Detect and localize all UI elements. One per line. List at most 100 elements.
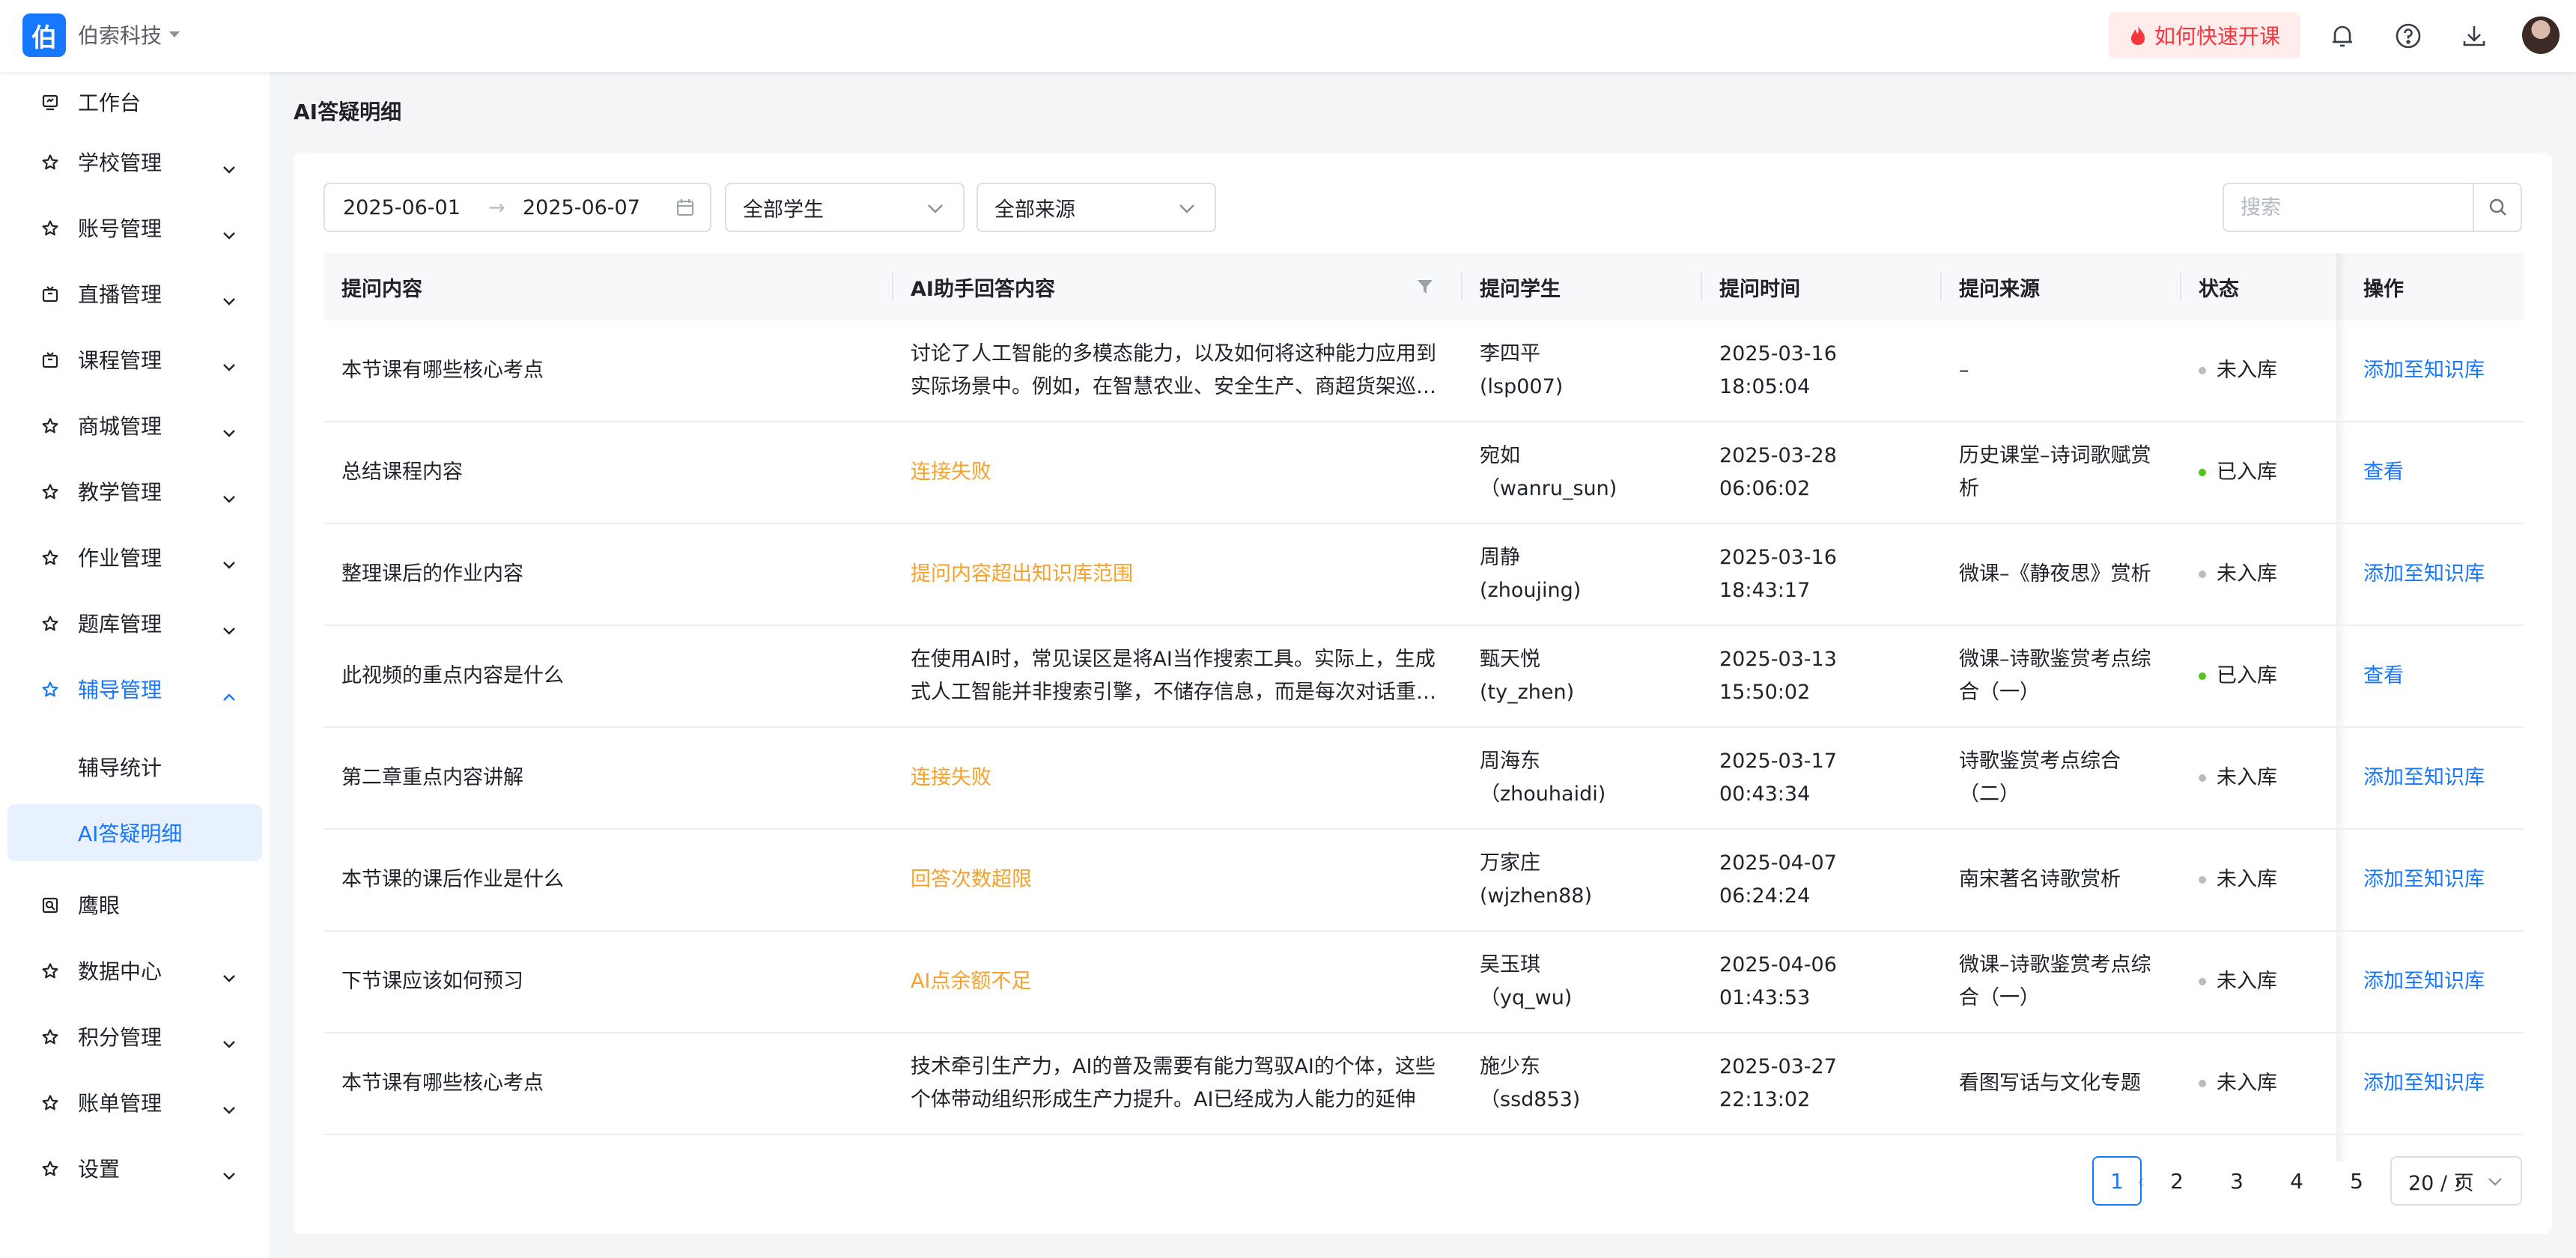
page-5-button[interactable]: 5 bbox=[2332, 1156, 2381, 1206]
page-3-button[interactable]: 3 bbox=[2212, 1156, 2261, 1206]
status-cell: 未入库 bbox=[2181, 1033, 2345, 1134]
source-text: 微课–《静夜思》赏析 bbox=[1959, 562, 2151, 586]
answer-text: 提问内容超出知识库范围 bbox=[911, 562, 1133, 586]
sidebar-item-4[interactable]: 课程管理 bbox=[0, 329, 270, 389]
content-card: 2025-06-01 → 2025-06-07 全部学生 全部来源 提问内容 A… bbox=[294, 153, 2552, 1234]
filter-icon[interactable] bbox=[1415, 277, 1435, 297]
source-text: 诗歌鉴赏考点综合（二） bbox=[1959, 750, 2121, 806]
quick-start-label: 如何快速开课 bbox=[2154, 24, 2280, 49]
status-dot bbox=[2199, 978, 2206, 985]
sidebar-item-1[interactable]: 学校管理 bbox=[0, 132, 270, 192]
org-switcher[interactable]: 伯索科技 bbox=[78, 19, 180, 49]
col-answer-label: AI助手回答内容 bbox=[911, 277, 1055, 301]
search-button[interactable] bbox=[2473, 184, 2522, 231]
search-icon bbox=[2489, 198, 2506, 216]
sidebar-item-14[interactable]: 设置 bbox=[0, 1138, 270, 1198]
download-icon[interactable] bbox=[2458, 19, 2491, 52]
date-end[interactable]: 2025-06-07 bbox=[523, 196, 640, 219]
help-icon[interactable] bbox=[2392, 19, 2425, 52]
sidebar: 工作台 学校管理 账号管理直播管理课程管理商城管理 教学管理 作业管理题库管理辅导管理鹰… bbox=[0, 72, 270, 1258]
status-dot bbox=[2199, 876, 2206, 884]
status-text: 未入库 bbox=[2217, 1072, 2277, 1095]
sidebar-item-12[interactable]: 积分管理 bbox=[0, 1006, 270, 1066]
add-to-knowledge-base-link[interactable]: 添加至知识库 bbox=[2363, 965, 2485, 998]
student-select[interactable]: 全部学生 bbox=[725, 183, 965, 232]
date-range-picker[interactable]: 2025-06-01 → 2025-06-07 bbox=[323, 183, 711, 232]
source-cell: 微课–诗歌鉴赏考点综合（一） bbox=[1941, 626, 2181, 726]
date-start[interactable]: 2025-06-01 bbox=[343, 196, 461, 219]
sidebar-item-9[interactable]: 辅导管理 bbox=[0, 659, 270, 719]
logo[interactable]: 伯 bbox=[22, 13, 66, 57]
chevron-down-icon bbox=[222, 964, 237, 982]
add-to-knowledge-base-link[interactable]: 添加至知识库 bbox=[2363, 354, 2485, 387]
add-to-knowledge-base-link[interactable]: 添加至知识库 bbox=[2363, 558, 2485, 591]
student-name: 周静 bbox=[1480, 546, 1520, 569]
page-1-button[interactable]: 1 bbox=[2092, 1156, 2142, 1206]
view-link[interactable]: 查看 bbox=[2363, 456, 2404, 489]
answer-text: 讨论了人工智能的多模态能力，以及如何将这种能力应用到实际场景中。例如，在智慧农业… bbox=[911, 342, 1436, 398]
sidebar-item-5[interactable]: 商城管理 bbox=[0, 395, 270, 455]
answer-cell: 讨论了人工智能的多模态能力，以及如何将这种能力应用到实际场景中。例如，在智慧农业… bbox=[893, 320, 1462, 421]
question-text: 总结课程内容 bbox=[341, 461, 463, 484]
status-text: 未入库 bbox=[2217, 868, 2277, 891]
star-icon bbox=[40, 961, 60, 981]
question-cell: 此视频的重点内容是什么 bbox=[323, 626, 893, 726]
sidebar-item-label: 直播管理 bbox=[78, 282, 162, 307]
student-id: （zhouhaidi) bbox=[1480, 783, 1606, 806]
source-text: 看图写话与文化专题 bbox=[1959, 1072, 2141, 1095]
sidebar-item-label: 课程管理 bbox=[78, 348, 162, 373]
sidebar-item-label: 题库管理 bbox=[78, 612, 162, 636]
student-name: 宛如 bbox=[1480, 444, 1520, 467]
search-box bbox=[2223, 183, 2522, 232]
student-name: 万家庄 bbox=[1480, 851, 1540, 875]
question-time: 06:06:02 bbox=[1719, 477, 1811, 500]
status-badge: 未入库 bbox=[2199, 354, 2277, 387]
avatar[interactable] bbox=[2522, 16, 2560, 54]
sidebar-subitem-1[interactable]: AI答疑明细 bbox=[7, 804, 262, 861]
sidebar-item-13[interactable]: 账单管理 bbox=[0, 1072, 270, 1132]
status-cell: 已入库 bbox=[2181, 422, 2345, 523]
student-cell: 李四平 (lsp007) bbox=[1462, 320, 1701, 421]
source-select[interactable]: 全部来源 bbox=[976, 183, 1216, 232]
add-to-knowledge-base-link[interactable]: 添加至知识库 bbox=[2363, 762, 2485, 794]
chevron-down-icon bbox=[222, 1096, 237, 1114]
add-to-knowledge-base-link[interactable]: 添加至知识库 bbox=[2363, 863, 2485, 896]
sidebar-item-6[interactable]: 教学管理 bbox=[0, 461, 270, 521]
page-2-button[interactable]: 2 bbox=[2152, 1156, 2202, 1206]
student-id: (zhoujing) bbox=[1480, 579, 1582, 602]
student-name: 李四平 bbox=[1480, 342, 1540, 365]
question-cell: 本节课的课后作业是什么 bbox=[323, 830, 893, 930]
page-size-select[interactable]: 20 / 页 bbox=[2390, 1156, 2522, 1206]
sidebar-item-11[interactable]: 数据中心 bbox=[0, 941, 270, 1000]
question-text: 整理课后的作业内容 bbox=[341, 562, 523, 586]
status-cell: 未入库 bbox=[2181, 320, 2345, 421]
status-dot bbox=[2199, 571, 2206, 578]
question-time: 00:43:34 bbox=[1719, 783, 1811, 806]
quick-start-button[interactable]: 如何快速开课 bbox=[2109, 12, 2300, 58]
source-text: 微课–诗歌鉴赏考点综合（一） bbox=[1959, 953, 2151, 1009]
question-text: 本节课有哪些核心考点 bbox=[341, 1072, 544, 1095]
status-badge: 未入库 bbox=[2199, 762, 2277, 794]
search-input[interactable] bbox=[2224, 184, 2471, 231]
sidebar-item-7[interactable]: 作业管理 bbox=[0, 527, 270, 587]
status-text: 未入库 bbox=[2217, 562, 2277, 586]
student-id: （yq_wu) bbox=[1480, 986, 1573, 1009]
sidebar-item-label: 账单管理 bbox=[78, 1091, 162, 1116]
question-time: 15:50:02 bbox=[1719, 681, 1811, 704]
live-icon bbox=[40, 350, 60, 370]
sidebar-item-0[interactable]: 工作台 bbox=[0, 72, 270, 132]
view-link[interactable]: 查看 bbox=[2363, 660, 2404, 693]
star-icon bbox=[40, 219, 60, 238]
sidebar-item-10[interactable]: 鹰眼 bbox=[0, 875, 270, 935]
status-dot bbox=[2199, 1080, 2206, 1087]
page-4-button[interactable]: 4 bbox=[2272, 1156, 2321, 1206]
sidebar-item-2[interactable]: 账号管理 bbox=[0, 198, 270, 258]
student-name: 甄天悦 bbox=[1480, 648, 1540, 671]
sidebar-item-8[interactable]: 题库管理 bbox=[0, 593, 270, 653]
answer-cell: AI点余额不足 bbox=[893, 932, 1462, 1032]
bell-icon[interactable] bbox=[2326, 19, 2359, 52]
sidebar-subitem-0[interactable]: 辅导统计 bbox=[7, 738, 262, 795]
star-icon bbox=[40, 1159, 60, 1179]
add-to-knowledge-base-link[interactable]: 添加至知识库 bbox=[2363, 1067, 2485, 1100]
sidebar-item-3[interactable]: 直播管理 bbox=[0, 264, 270, 323]
